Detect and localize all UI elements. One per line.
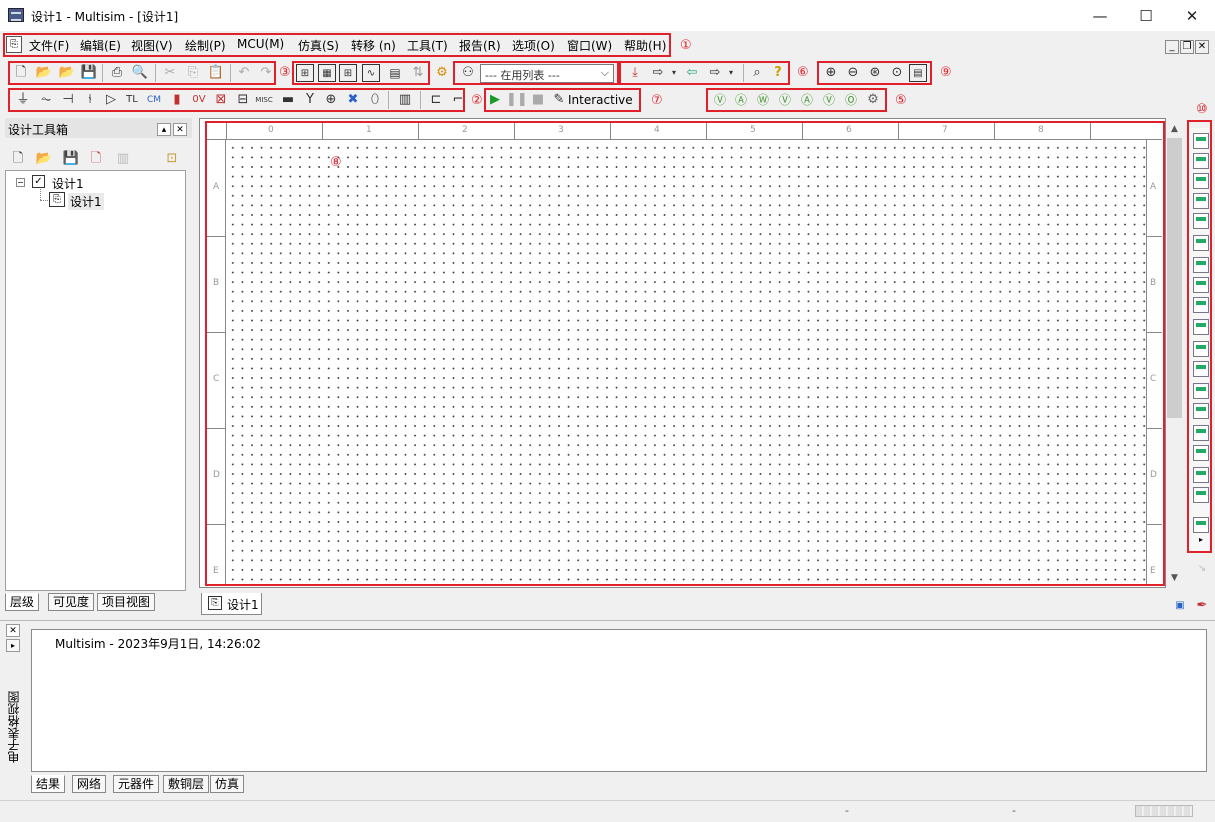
save-design-icon[interactable]: 💾 (62, 150, 80, 168)
status-field-1: - (845, 804, 849, 817)
maximize-button[interactable]: ☐ (1123, 0, 1169, 31)
erc-icon[interactable]: ⚙ (433, 64, 451, 82)
tab-nets[interactable]: 网络 (72, 775, 107, 793)
callout-10: ⑩ (1196, 102, 1208, 117)
design-toolbox-title: 设计工具箱 (8, 123, 69, 137)
tab-visibility[interactable]: 可见度 (48, 593, 95, 611)
callout-box-sim-toolbar (619, 61, 790, 85)
callout-box-components (8, 88, 465, 112)
scroll-down-icon[interactable]: ▼ (1167, 570, 1182, 585)
tab-design1-label: 设计1 (227, 598, 259, 612)
callout-1: ① (680, 38, 692, 53)
callout-8: ⑧ (330, 155, 342, 170)
current-clamp-icon[interactable]: ↘ (1193, 560, 1211, 578)
project-icon[interactable]: ⊡ (163, 150, 181, 168)
scroll-up-icon[interactable]: ▲ (1167, 121, 1182, 136)
probe-view-icon[interactable]: ▣ (1171, 597, 1189, 615)
callout-box-standard (8, 61, 276, 85)
panel-pin-button[interactable]: ▴ (157, 123, 171, 136)
schematic-tab-icon: ⎘ (208, 596, 222, 610)
tree-collapse-toggle[interactable]: − (16, 178, 25, 187)
callout-box-probes (706, 88, 887, 112)
callout-box-simulation (484, 88, 641, 112)
callout-3: ③ (279, 65, 291, 80)
tab-design1[interactable]: ⎘ 设计1 (201, 593, 262, 615)
schematic-icon: ⎘ (49, 192, 65, 207)
status-bar (0, 800, 1215, 822)
callout-6: ⑥ (797, 65, 809, 80)
tree-child-label[interactable]: 设计1 (68, 193, 104, 210)
tab-results[interactable]: 结果 (31, 775, 66, 793)
callout-7: ⑦ (651, 93, 663, 108)
tab-project-view[interactable]: 项目视图 (97, 593, 156, 611)
callout-box-workspace (205, 121, 1165, 586)
mdi-restore-button[interactable]: ❐ (1180, 40, 1194, 54)
window-title: 设计1 - Multisim - [设计1] (31, 10, 179, 24)
panel-close-button[interactable]: ✕ (173, 123, 187, 136)
hierarchy-tree (5, 170, 186, 591)
status-field-2: - (1012, 804, 1016, 817)
callout-box-menu (3, 33, 671, 57)
tab-simulation[interactable]: 仿真 (210, 775, 245, 793)
bottom-panel-close-button[interactable]: ✕ (6, 624, 20, 637)
minimize-button[interactable]: — (1077, 0, 1123, 31)
simulation-progress-indicator (1135, 805, 1193, 817)
callout-2: ② (471, 93, 483, 108)
title-bar (0, 0, 1215, 31)
callout-box-zoom (817, 61, 932, 85)
log-entry: Multisim - 2023年9月1日, 14:26:02 (55, 637, 261, 651)
callout-box-view-toolbar (292, 61, 430, 85)
callout-9: ⑨ (940, 65, 952, 80)
open-design-icon[interactable]: 📂 (35, 150, 53, 168)
mdi-close-button[interactable]: ✕ (1195, 40, 1209, 54)
callout-box-instruments (1187, 120, 1212, 553)
spreadsheet-view-label: 电子表格视图 (7, 691, 21, 764)
measurement-probe-icon[interactable]: ✒ (1193, 597, 1211, 615)
tab-copper-layers[interactable]: 敷铜层 (163, 775, 210, 793)
tab-hierarchy[interactable]: 层级 (5, 593, 40, 611)
tree-root-label[interactable]: 设计1 (52, 175, 84, 192)
scrollbar-thumb[interactable] (1167, 138, 1182, 418)
multisim-app-icon (8, 8, 24, 22)
tab-components[interactable]: 元器件 (113, 775, 160, 793)
callout-5: ⑤ (895, 93, 907, 108)
new-design-icon[interactable]: 🗋 (9, 150, 27, 168)
mdi-minimize-button[interactable]: _ (1165, 40, 1179, 54)
rename-icon[interactable]: ▥ (114, 150, 132, 168)
close-design-icon[interactable]: 🗋 (87, 150, 105, 168)
bottom-panel-pin-button[interactable]: ▸ (6, 639, 20, 652)
close-button[interactable]: ✕ (1169, 0, 1215, 31)
callout-box-in-use (453, 61, 619, 85)
tree-root-check-icon: ✓ (32, 175, 45, 188)
